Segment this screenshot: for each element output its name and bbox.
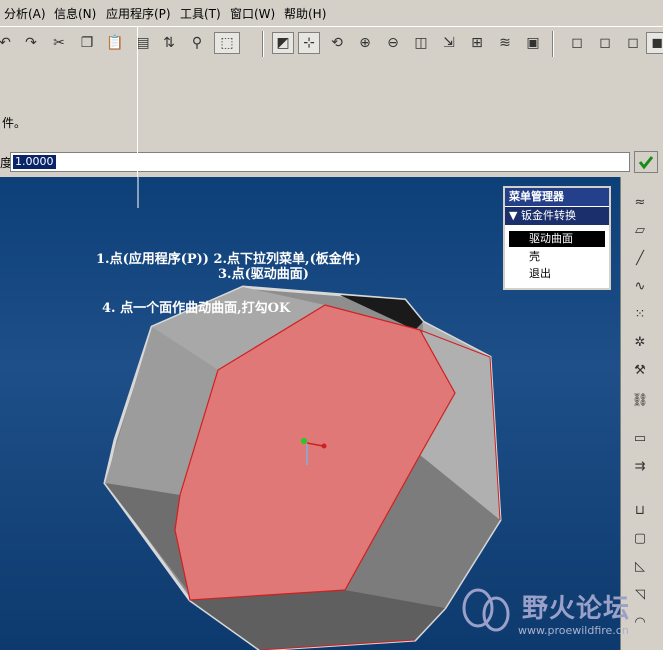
menu-option-shell[interactable]: 壳 <box>509 249 605 265</box>
pointer-line <box>137 26 138 177</box>
menu-manager-title: 菜单管理器 <box>505 188 609 206</box>
message-text: 件。 <box>2 116 27 130</box>
undo-icon[interactable]: ↶ <box>0 32 16 54</box>
checkmark-icon <box>638 156 654 170</box>
value-input-text: 1.0000 <box>13 155 56 169</box>
zoom-in-icon[interactable]: ⊕ <box>354 32 376 54</box>
coordinate-system-icon[interactable]: ✲ <box>629 331 651 353</box>
no-hidden-icon[interactable]: ◻ <box>622 32 644 54</box>
menu-option-exit[interactable]: 退出 <box>509 266 605 282</box>
hidden-line-icon[interactable]: ◻ <box>594 32 616 54</box>
annotation-step3: 3.点(驱动曲面) <box>218 267 309 282</box>
message-area <box>0 63 663 152</box>
refit-icon[interactable]: ◫ <box>410 32 432 54</box>
paste-special-icon[interactable]: ▤ <box>132 32 154 54</box>
watermark: 野火论坛 www.proewildfire.cn <box>452 580 663 650</box>
value-input[interactable]: 1.0000 <box>10 152 630 172</box>
shading-icon[interactable]: ◼ <box>646 32 663 54</box>
annotation-step4: 4. 点一个面作曲动曲面,打勾OK <box>102 301 291 316</box>
orient-icon[interactable]: ⟲ <box>326 32 348 54</box>
datum-point-icon[interactable]: ⁙ <box>629 303 651 325</box>
cut-icon[interactable]: ✂ <box>48 32 70 54</box>
menu-info[interactable]: 信息(N) <box>54 5 96 22</box>
analysis-icon[interactable]: ⚒ <box>629 359 651 381</box>
regenerate-icon[interactable]: ⇅ <box>158 32 180 54</box>
menu-window[interactable]: 窗口(W) <box>230 5 275 22</box>
wall-icon[interactable]: ⊔ <box>629 499 651 521</box>
butterfly-logo-icon <box>462 588 510 632</box>
saved-views-icon[interactable]: ⊞ <box>466 32 488 54</box>
mirror-icon[interactable]: ⇉ <box>629 455 651 477</box>
reorient-icon[interactable]: ⇲ <box>438 32 460 54</box>
menu-applications[interactable]: 应用程序(P) <box>106 5 171 22</box>
datum-axis-icon[interactable]: ╱ <box>629 247 651 269</box>
datum-curve-icon[interactable]: ∿ <box>629 275 651 297</box>
main-toolbar: ↶ ↷ ✂ ❐ 📋 ▤ ⇅ ⚲ ⬚ ◩ ⊹ ⟲ ⊕ ⊖ ◫ ⇲ ⊞ ≋ ▣ ◻ … <box>0 26 663 64</box>
paste-icon[interactable]: 📋 <box>104 32 126 54</box>
layers-icon[interactable]: ≋ <box>494 32 516 54</box>
model-display-icon[interactable]: ▣ <box>522 32 544 54</box>
accept-button[interactable] <box>634 151 658 173</box>
redo-icon[interactable]: ↷ <box>20 32 42 54</box>
toolbar-separator <box>552 31 554 57</box>
watermark-url: www.proewildfire.cn <box>518 624 629 637</box>
menu-option-drive-surface[interactable]: 驱动曲面 <box>509 231 605 247</box>
menu-manager: 菜单管理器 ▼ 钣金件转换 驱动曲面 壳 退出 <box>503 186 611 290</box>
edit-tool-icon[interactable]: ▭ <box>629 427 651 449</box>
menu-tools[interactable]: 工具(T) <box>180 5 221 22</box>
zoom-out-icon[interactable]: ⊖ <box>382 32 404 54</box>
menu-manager-submenu[interactable]: ▼ 钣金件转换 <box>505 207 609 225</box>
datum-csys-icon[interactable]: ⛓ <box>629 389 651 411</box>
copy-icon[interactable]: ❐ <box>76 32 98 54</box>
watermark-name: 野火论坛 <box>522 594 631 624</box>
select-box-icon[interactable]: ⬚ <box>214 32 240 54</box>
chevron-down-icon: ▼ <box>509 209 518 222</box>
toolbar-separator <box>262 31 264 57</box>
sketched-curve-icon[interactable]: ≈ <box>629 191 651 213</box>
datum-plane-icon[interactable]: ▱ <box>629 219 651 241</box>
menu-analysis[interactable]: 分析(A) <box>4 5 46 22</box>
wireframe-icon[interactable]: ◻ <box>566 32 588 54</box>
bend-icon[interactable]: ◺ <box>629 555 651 577</box>
menu-manager-submenu-label: 钣金件转换 <box>520 209 576 222</box>
repaint-icon[interactable]: ◩ <box>272 32 294 54</box>
spin-center-icon[interactable]: ⊹ <box>298 32 320 54</box>
menubar: 分析(A) 信息(N) 应用程序(P) 工具(T) 窗口(W) 帮助(H) <box>0 0 663 26</box>
extrude-icon[interactable]: ▢ <box>629 527 651 549</box>
menu-help[interactable]: 帮助(H) <box>284 5 326 22</box>
find-icon[interactable]: ⚲ <box>186 32 208 54</box>
